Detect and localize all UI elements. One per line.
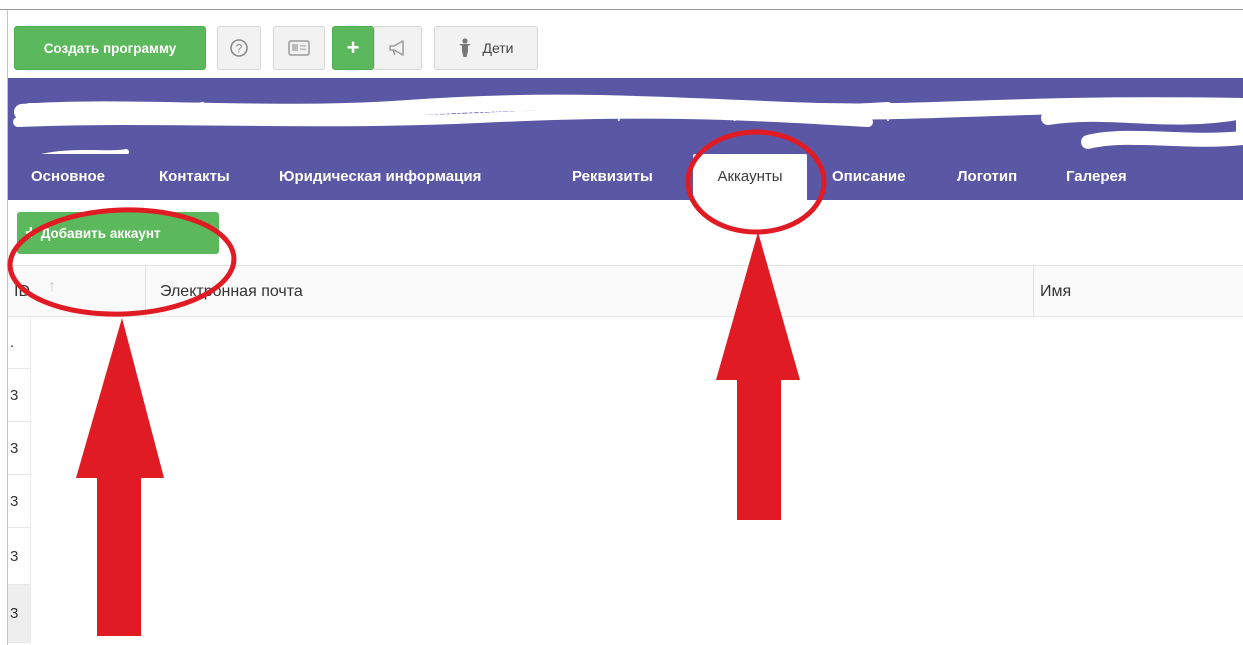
add-account-label: Добавить аккаунт <box>40 225 161 241</box>
tab-accounts[interactable]: Аккаунты <box>693 154 807 200</box>
plus-icon: + <box>25 221 37 244</box>
id-card-button[interactable] <box>273 26 325 70</box>
column-id[interactable]: ID <box>14 266 30 318</box>
table-row[interactable]: 3 <box>8 528 30 585</box>
organization-banner: Государственное бюджетное учреждение доп… <box>8 78 1243 200</box>
redaction-scribble <box>13 94 1243 154</box>
tab-description[interactable]: Описание <box>832 154 905 200</box>
window-top-edge <box>0 0 1243 10</box>
svg-text:?: ? <box>236 42 243 56</box>
tab-contacts[interactable]: Контакты <box>159 154 230 200</box>
tabs-bar: Основное Контакты Юридическая информация… <box>8 154 1243 200</box>
column-divider[interactable] <box>145 266 146 318</box>
tab-main[interactable]: Основное <box>31 154 105 200</box>
table-row[interactable]: 3 <box>8 422 30 475</box>
promo-button[interactable] <box>374 26 422 70</box>
id-card-icon <box>288 40 310 56</box>
row-id: 3 <box>10 439 19 457</box>
accounts-table-header: ID ↑ Электронная почта Имя <box>8 265 1243 318</box>
child-icon <box>459 38 472 57</box>
annotation-arrow-add-account <box>76 318 164 636</box>
megaphone-icon <box>389 40 404 56</box>
kids-label: Дети <box>482 40 514 56</box>
column-email[interactable]: Электронная почта <box>160 266 303 318</box>
tab-logo[interactable]: Логотип <box>957 154 1017 200</box>
toolbar: Создать программу ? + Дети <box>8 10 1243 78</box>
add-button[interactable]: + <box>332 26 374 70</box>
row-id: 3 <box>10 492 19 510</box>
kids-button[interactable]: Дети <box>434 26 538 70</box>
table-row[interactable]: 3 <box>8 475 30 528</box>
row-id: . <box>10 334 15 351</box>
add-account-button[interactable]: + Добавить аккаунт <box>17 212 219 254</box>
row-id: 3 <box>10 386 19 404</box>
tab-requisites[interactable]: Реквизиты <box>572 154 653 200</box>
window-left-edge <box>0 10 8 645</box>
table-row[interactable]: 3 <box>8 585 30 643</box>
table-row[interactable]: . <box>8 317 30 369</box>
row-id: 3 <box>10 547 19 565</box>
tab-legal-info[interactable]: Юридическая информация <box>279 154 481 200</box>
create-program-button[interactable]: Создать программу <box>14 26 206 70</box>
table-row[interactable]: 3 <box>8 369 30 422</box>
help-button[interactable]: ? <box>217 26 261 70</box>
row-divider <box>30 317 31 645</box>
row-id: 3 <box>10 605 19 622</box>
question-circle-icon: ? <box>230 39 248 57</box>
sort-up-icon[interactable]: ↑ <box>48 278 56 296</box>
column-name[interactable]: Имя <box>1040 266 1071 318</box>
tab-gallery[interactable]: Галерея <box>1066 154 1127 200</box>
column-divider[interactable] <box>1033 266 1034 318</box>
